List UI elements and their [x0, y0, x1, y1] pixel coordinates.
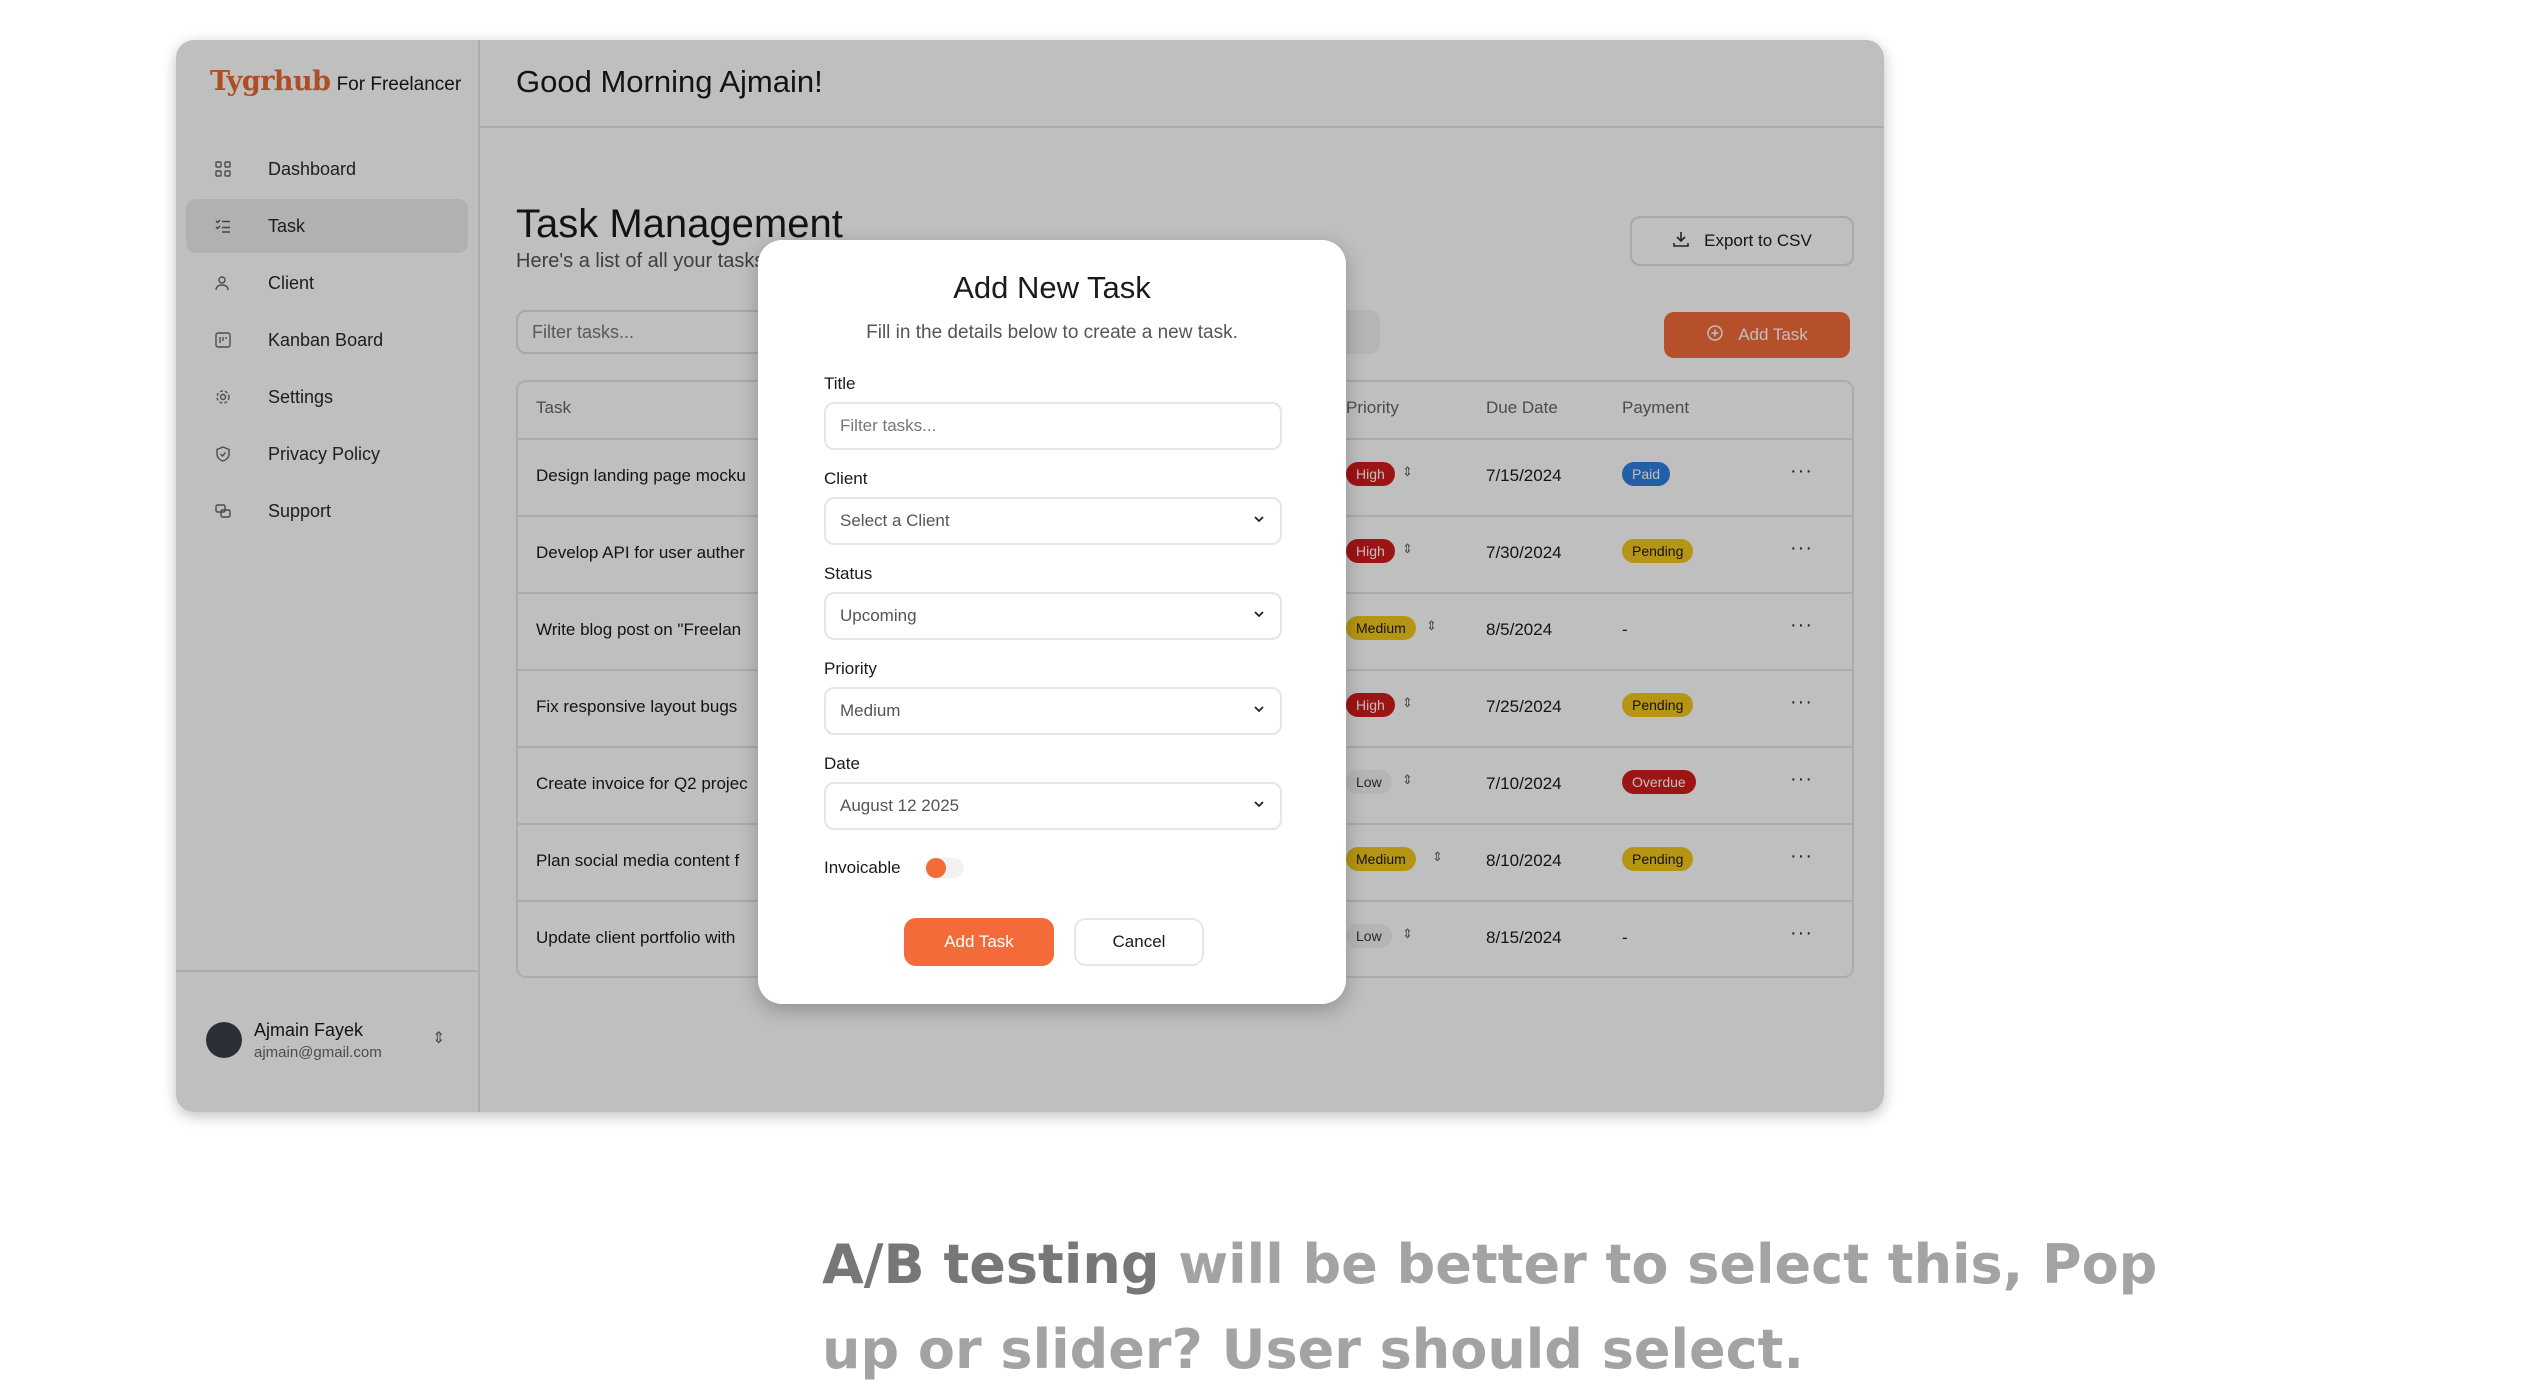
status-label: Status: [824, 564, 873, 583]
client-label: Client: [824, 469, 868, 488]
client-select[interactable]: Select a Client: [824, 497, 1282, 545]
title-label: Title: [824, 374, 856, 393]
chevron-down-icon: [1252, 512, 1266, 531]
toggle-knob: [926, 858, 946, 878]
priority-value: Medium: [840, 701, 901, 720]
annotation-caption: A/B testing will be better to select thi…: [822, 1222, 2242, 1392]
title-input[interactable]: Filter tasks...: [824, 402, 1282, 450]
priority-select[interactable]: Medium: [824, 687, 1282, 735]
chevron-down-icon: [1252, 702, 1266, 721]
date-value: August 12 2025: [840, 796, 960, 815]
client-value: Select a Client: [840, 511, 950, 530]
modal-add-task-button[interactable]: Add Task: [904, 918, 1054, 966]
caption-strong: A/B testing: [822, 1233, 1160, 1296]
modal-cancel-button[interactable]: Cancel: [1074, 918, 1204, 966]
status-value: Upcoming: [840, 606, 917, 625]
add-task-modal: Add New Task Fill in the details below t…: [758, 240, 1346, 1004]
chevron-down-icon: [1252, 797, 1266, 816]
date-label: Date: [824, 754, 860, 773]
status-select[interactable]: Upcoming: [824, 592, 1282, 640]
modal-title: Add New Task: [953, 270, 1151, 305]
modal-subtitle: Fill in the details below to create a ne…: [866, 322, 1238, 343]
priority-label: Priority: [824, 659, 877, 678]
invoicable-toggle[interactable]: [924, 858, 964, 878]
chevron-down-icon: [1252, 607, 1266, 626]
invoicable-label: Invoicable: [824, 858, 901, 877]
date-picker[interactable]: August 12 2025: [824, 782, 1282, 830]
